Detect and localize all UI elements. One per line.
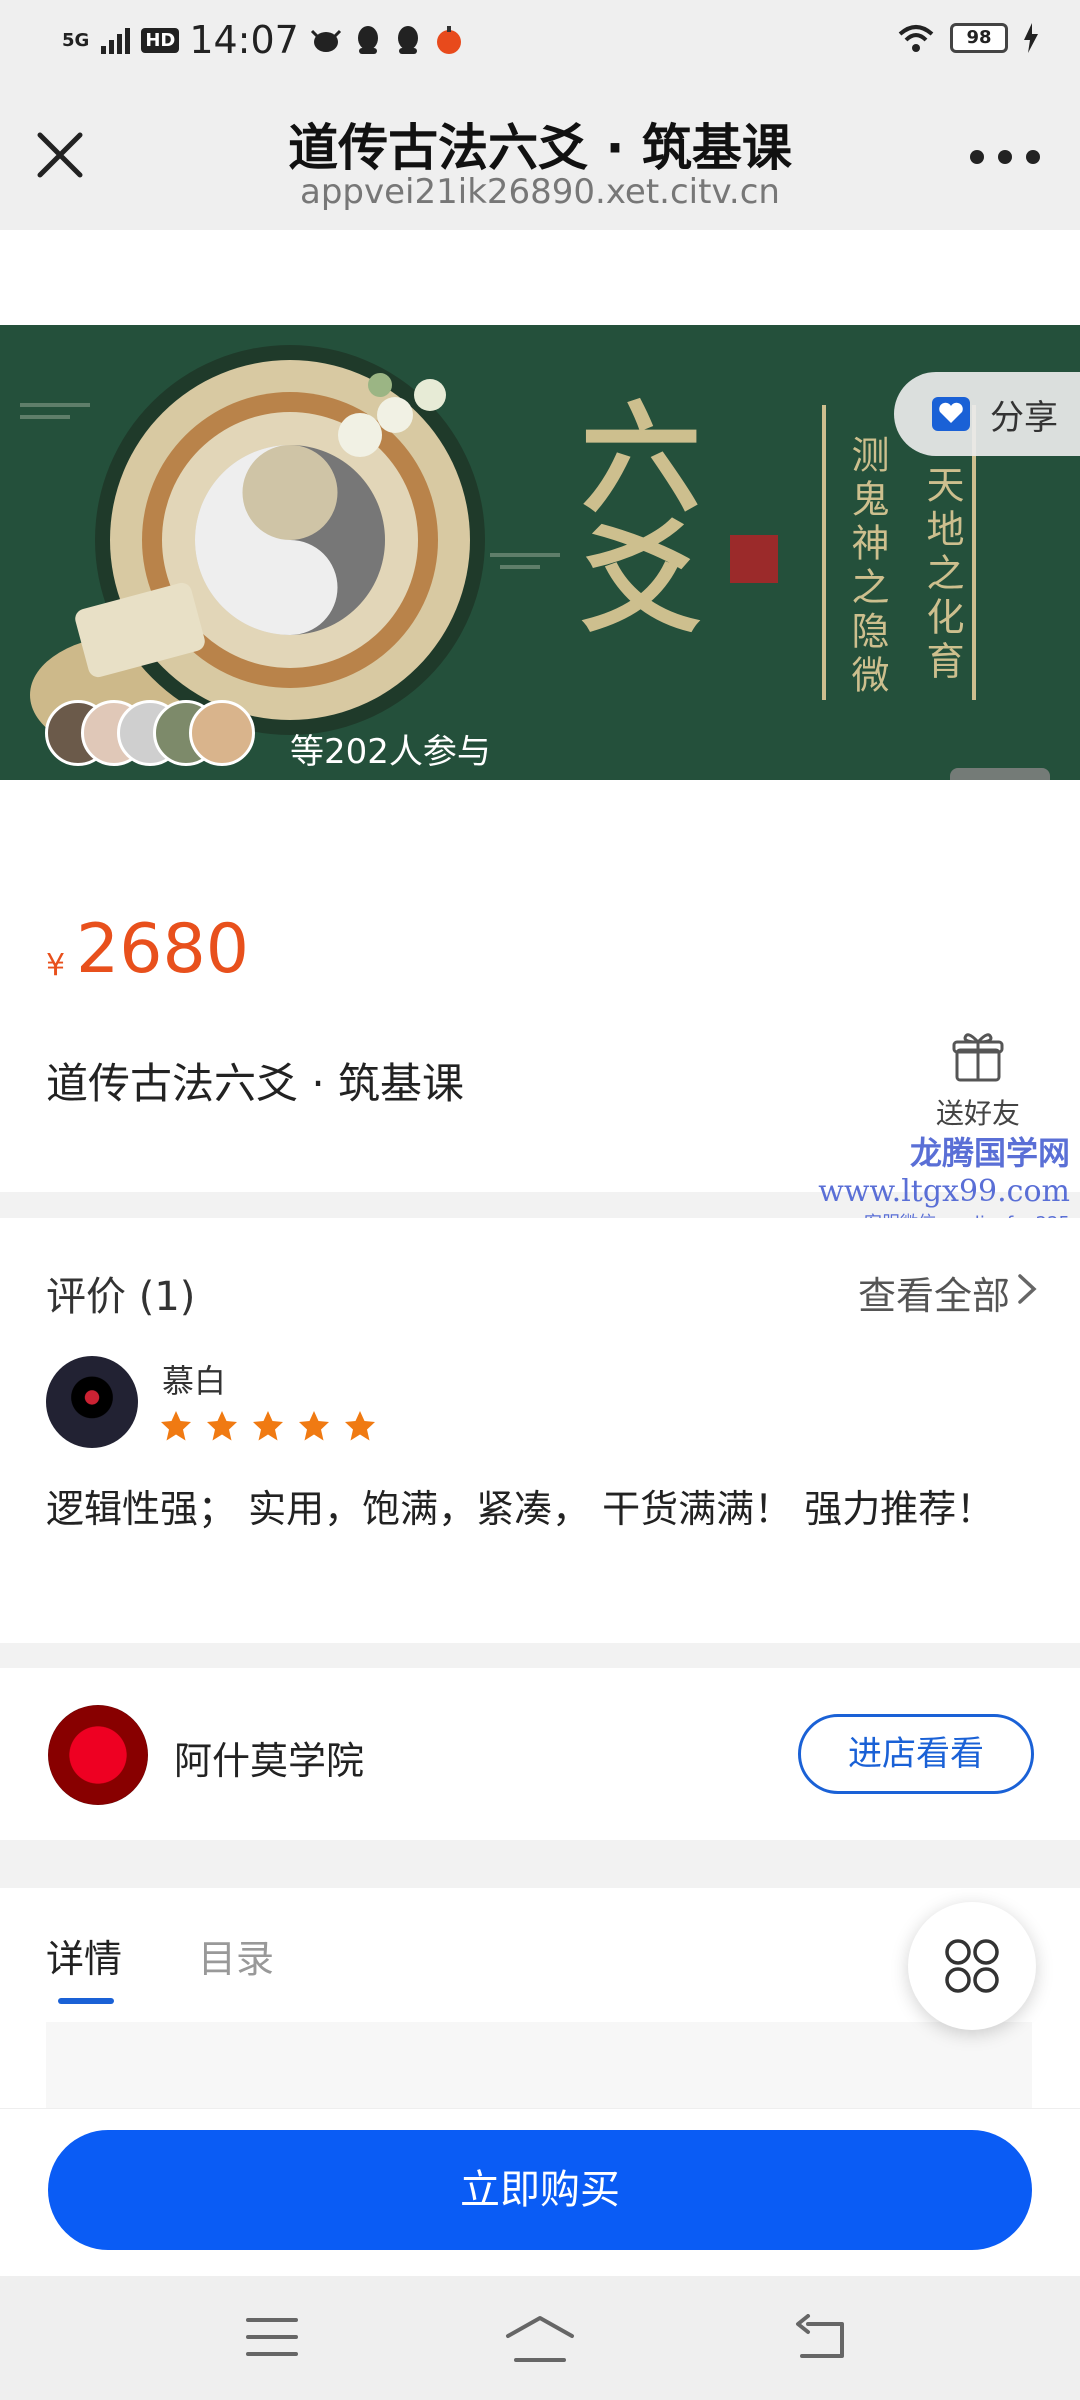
tab-catalog[interactable]: 目录 [198,1928,274,1983]
watermark-line-1: 龙腾国学网 [909,1134,1070,1172]
share-icon [932,397,970,431]
status-bar: 5G HD 14:07 98 [0,0,1080,80]
share-button[interactable]: 分享 [894,372,1080,456]
star-icon [345,1411,375,1441]
shop-name[interactable]: 阿什莫学院 [174,1730,364,1785]
more-button[interactable] [970,142,1040,172]
price-value: 2680 [76,910,250,989]
avatar [189,700,255,766]
cow-icon [310,29,341,52]
shop-logo[interactable] [48,1705,148,1805]
banner-big-title: 六爻 [560,395,701,635]
chevron-right-icon[interactable] [1016,1272,1040,1306]
more-dot-icon [1026,150,1040,164]
details-content-placeholder [46,2022,1032,2122]
page-url: appvei21ik26890.xet.citv.cn [300,172,780,212]
home-icon[interactable] [502,2314,578,2364]
review-text: 逻辑性强； 实用，饱满，紧凑， 干货满满！ 强力推荐！ [46,1487,995,1531]
battery-indicator: 98 [950,23,1008,53]
price-currency: ¥ [46,948,66,983]
star-icon [253,1411,283,1441]
hd-badge: HD [141,27,180,53]
charging-icon [1024,23,1038,53]
signal-icon [101,28,131,54]
see-all-reviews-link[interactable]: 查看全部 [858,1265,1010,1320]
network-label: 5G [62,29,90,51]
buy-now-button[interactable]: 立即购买 [48,2130,1032,2250]
app-notification-icon [436,26,461,54]
gift-icon [952,1033,1004,1082]
status-time: 14:07 [189,18,299,62]
page-title: 道传古法六爻 · 筑基课 [288,119,792,177]
back-icon[interactable] [792,2314,848,2362]
participants-count: 等202人参与 [290,732,491,772]
active-tab-indicator [58,1998,114,2004]
gift-label: 送好友 [935,1097,1020,1130]
gift-to-friend-button[interactable]: 送好友 [930,1030,1026,1132]
qq-icon [357,26,378,54]
reviews-heading: 评价 (1) [46,1274,196,1320]
grid-menu-icon [945,1939,999,1993]
watermark-line-2: www.ltgx99.com [818,1174,1070,1209]
reviewer-name: 慕白 [162,1362,227,1400]
banner-tagline-right: 天地之化育 [920,465,964,685]
star-icon [299,1411,329,1441]
star-icon [161,1411,191,1441]
visit-shop-button[interactable]: 进店看看 [798,1714,1034,1794]
qq-icon-2 [397,26,418,54]
participant-avatars [45,700,255,766]
more-dot-icon [970,150,984,164]
rating-stars [160,1410,376,1442]
title-bar: 道传古法六爻 · 筑基课 appvei21ik26890.xet.citv.cn [0,80,1080,230]
banner-tagline-left: 测鬼神之隐微 [845,435,889,699]
floating-menu-button[interactable] [908,1902,1036,2030]
more-dot-icon [998,150,1012,164]
course-name: 道传古法六爻 · 筑基课 [46,1059,465,1108]
tab-details[interactable]: 详情 [46,1928,122,1983]
reviewer-avatar [46,1356,138,1448]
menu-icon[interactable] [244,2314,300,2360]
share-label: 分享 [990,397,1058,438]
star-icon [207,1411,237,1441]
content-top-spacer [0,230,1080,325]
wifi-icon [898,25,934,52]
